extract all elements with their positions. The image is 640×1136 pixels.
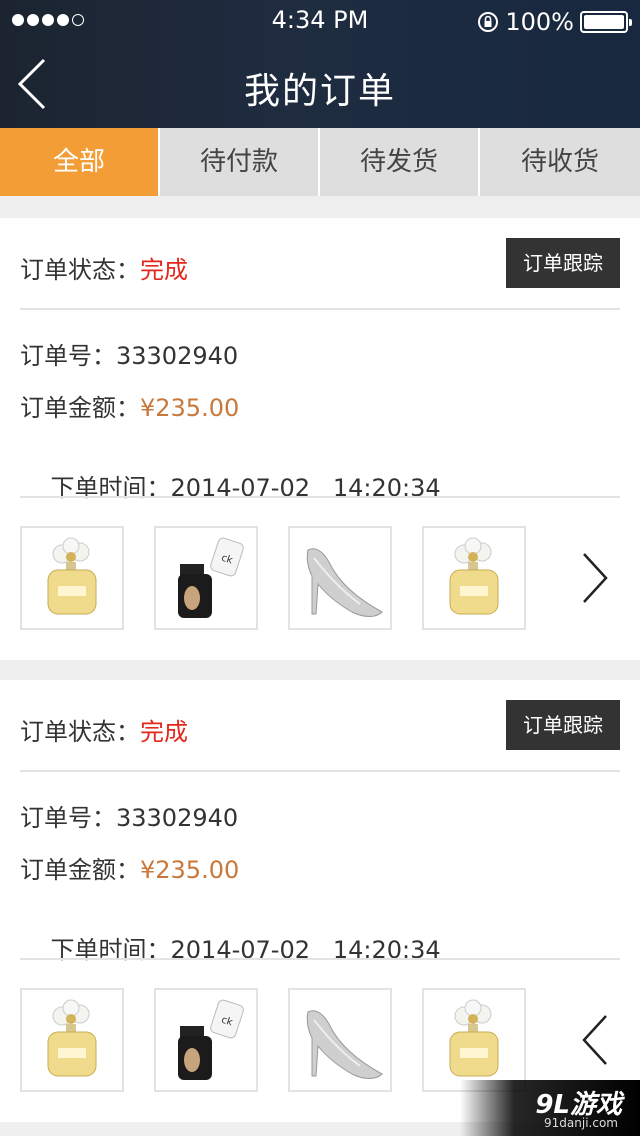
product-thumbnails: ck — [20, 988, 620, 1092]
order-status-value: 完成 — [140, 256, 188, 284]
order-tabs: 全部 待付款 待发货 待收货 — [0, 128, 640, 196]
product-thumb-perfume[interactable] — [20, 988, 124, 1092]
order-number-label: 订单号： — [20, 342, 116, 370]
order-status: 订单状态：完成 — [20, 712, 188, 747]
battery-icon — [580, 11, 632, 33]
order-time: 下单时间：2014-07-02 14:20:34 — [20, 440, 441, 531]
watermark: 9L游戏 91danji.com — [460, 1080, 640, 1136]
battery-area: 100% — [477, 8, 632, 36]
order-amount: 订单金额：¥235.00 — [20, 850, 239, 885]
product-thumbnails: ck — [20, 526, 620, 630]
cosmetic-bottle-image: ck — [178, 999, 244, 1080]
product-thumb-cosmetic[interactable]: ck — [154, 988, 258, 1092]
tab-all[interactable]: 全部 — [0, 128, 160, 196]
glitter-heel-image — [306, 548, 383, 617]
order-number-label: 订单号： — [20, 804, 116, 832]
perfume-bottle-image — [449, 999, 499, 1077]
glitter-heel-image — [306, 1010, 383, 1079]
order-time: 下单时间：2014-07-02 14:20:34 — [20, 902, 441, 993]
cosmetic-bottle-image: ck — [178, 537, 244, 618]
tab-pending-receipt[interactable]: 待收货 — [480, 128, 640, 196]
order-status-row: 订单状态：完成 订单跟踪 — [20, 238, 620, 290]
track-order-button[interactable]: 订单跟踪 — [506, 238, 620, 288]
track-order-button[interactable]: 订单跟踪 — [506, 700, 620, 750]
product-thumb-perfume[interactable] — [20, 526, 124, 630]
perfume-bottle-image — [449, 537, 499, 615]
order-status-value: 完成 — [140, 718, 188, 746]
order-status: 订单状态：完成 — [20, 250, 188, 285]
product-thumb-heel[interactable] — [288, 526, 392, 630]
divider — [20, 770, 620, 772]
chevron-right-icon[interactable] — [580, 550, 610, 606]
order-amount-label: 订单金额： — [20, 394, 140, 422]
order-number-value: 33302940 — [116, 342, 239, 370]
divider — [20, 958, 620, 960]
perfume-bottle-image — [47, 999, 97, 1077]
nav-bar: 我的订单 — [0, 40, 640, 128]
status-bar: 4:34 PM 100% — [0, 0, 640, 40]
page-title: 我的订单 — [243, 71, 396, 112]
order-amount-value: ¥235.00 — [140, 394, 240, 422]
order-card: 订单状态：完成 订单跟踪 订单号：33302940 订单金额：¥235.00 下… — [0, 218, 640, 660]
watermark-url: 91danji.com — [544, 1116, 618, 1130]
order-amount-value: ¥235.00 — [140, 856, 240, 884]
tab-pending-payment[interactable]: 待付款 — [160, 128, 320, 196]
order-amount-label: 订单金额： — [20, 856, 140, 884]
order-card: 订单状态：完成 订单跟踪 订单号：33302940 订单金额：¥235.00 下… — [0, 680, 640, 1122]
battery-percent: 100% — [505, 8, 574, 36]
product-thumb-perfume[interactable] — [422, 988, 526, 1092]
product-thumb-heel[interactable] — [288, 988, 392, 1092]
order-number: 订单号：33302940 — [20, 336, 238, 371]
order-status-label: 订单状态： — [20, 256, 140, 284]
order-amount: 订单金额：¥235.00 — [20, 388, 239, 423]
perfume-bottle-image — [47, 537, 97, 615]
order-number: 订单号：33302940 — [20, 798, 238, 833]
product-thumb-perfume[interactable] — [422, 526, 526, 630]
order-number-value: 33302940 — [116, 804, 239, 832]
divider — [20, 496, 620, 498]
divider — [20, 308, 620, 310]
order-status-row: 订单状态：完成 订单跟踪 — [20, 700, 620, 752]
product-thumb-cosmetic[interactable]: ck — [154, 526, 258, 630]
chevron-left-icon[interactable] — [580, 1012, 610, 1068]
app-header: 4:34 PM 100% 我的订单 — [0, 0, 640, 128]
order-status-label: 订单状态： — [20, 718, 140, 746]
tab-pending-shipment[interactable]: 待发货 — [320, 128, 480, 196]
rotation-lock-icon — [478, 12, 499, 32]
